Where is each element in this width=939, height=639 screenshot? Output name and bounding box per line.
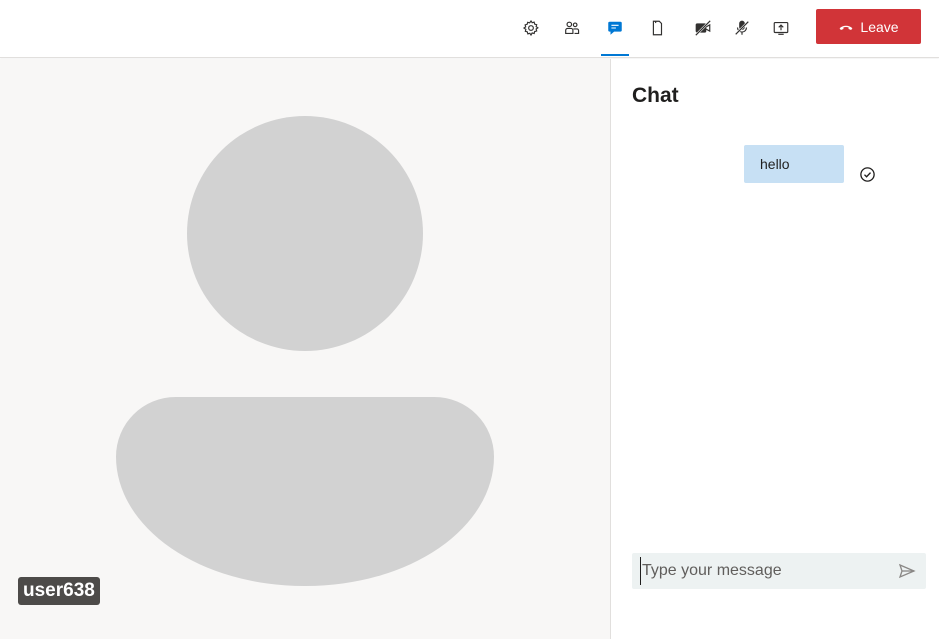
settings-button[interactable] (515, 8, 547, 48)
leave-label: Leave (860, 18, 899, 35)
share-screen-icon (773, 22, 789, 35)
avatar-head-placeholder (187, 116, 423, 351)
video-stage: user638 (0, 59, 610, 639)
chat-message-bubble: hello (744, 145, 844, 183)
message-input[interactable] (640, 557, 890, 585)
microphone-off-icon (734, 20, 750, 36)
gear-icon (522, 19, 539, 37)
message-composer (632, 553, 926, 589)
participant-name-tag: user638 (18, 577, 100, 605)
camera-off-icon (695, 20, 711, 36)
active-tab-indicator (601, 54, 629, 56)
people-button[interactable] (556, 8, 588, 48)
send-icon[interactable] (897, 561, 917, 581)
chat-panel: Chat hello (611, 59, 939, 639)
device-button[interactable] (641, 8, 673, 48)
device-icon (652, 20, 663, 36)
camera-button[interactable] (687, 8, 719, 48)
read-receipt-icon (860, 167, 875, 182)
people-icon (565, 21, 580, 34)
hang-up-icon (840, 25, 853, 30)
microphone-button[interactable] (726, 8, 758, 48)
avatar-body-placeholder (116, 397, 494, 586)
chat-icon (608, 21, 622, 35)
chat-button[interactable] (599, 8, 631, 56)
top-toolbar: Leave (0, 0, 939, 58)
leave-button[interactable]: Leave (816, 9, 921, 44)
share-screen-button[interactable] (765, 8, 797, 48)
chat-title: Chat (632, 84, 679, 107)
